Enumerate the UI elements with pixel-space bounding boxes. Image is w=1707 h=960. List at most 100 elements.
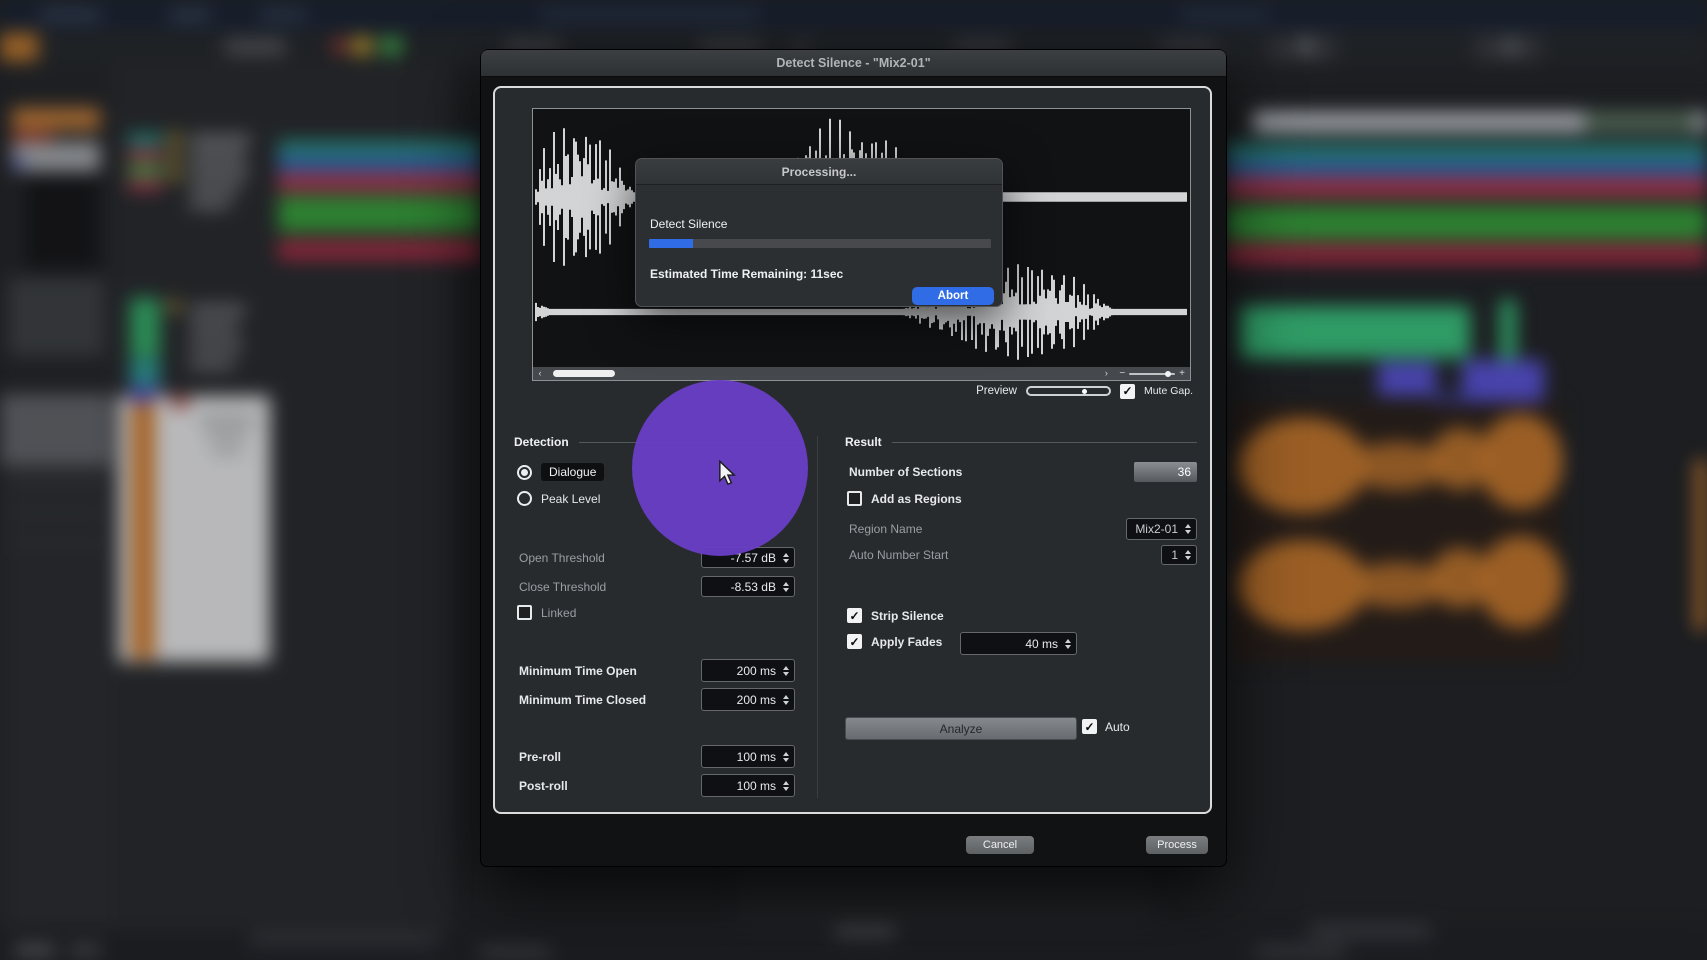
- apply-fades-checkbox[interactable]: ✓: [847, 634, 862, 649]
- min-time-closed-field[interactable]: 200 ms: [701, 688, 795, 711]
- apply-fades-field[interactable]: 40 ms: [960, 632, 1077, 655]
- pre-roll-field[interactable]: 100 ms: [701, 745, 795, 768]
- dialog-titlebar[interactable]: Detect Silence - "Mix2-01": [481, 50, 1226, 77]
- pre-roll-stepper[interactable]: [783, 752, 789, 762]
- stepper-down-icon[interactable]: [783, 672, 789, 676]
- cancel-button[interactable]: Cancel: [966, 836, 1034, 854]
- post-roll-stepper[interactable]: [783, 781, 789, 791]
- linked-row[interactable]: Linked: [517, 605, 576, 620]
- number-of-sections-label: Number of Sections: [849, 465, 1134, 479]
- progress-bar-fill: [649, 239, 693, 248]
- analyze-button[interactable]: Analyze: [845, 717, 1077, 740]
- scroll-left-icon[interactable]: ‹: [533, 367, 547, 380]
- auto-number-start-label: Auto Number Start: [849, 548, 1161, 562]
- apply-fades-row[interactable]: ✓ Apply Fades: [847, 634, 942, 649]
- close-threshold-label: Close Threshold: [519, 580, 701, 594]
- mute-gap-checkbox[interactable]: ✓: [1120, 384, 1135, 399]
- stepper-down-icon[interactable]: [783, 758, 789, 762]
- auto-row[interactable]: ✓ Auto: [1082, 719, 1130, 734]
- detection-section-header: Detection: [514, 435, 797, 449]
- stepper-up-icon[interactable]: [1065, 639, 1071, 643]
- apply-fades-stepper[interactable]: [1065, 639, 1071, 649]
- min-time-open-row: Minimum Time Open 200 ms: [519, 659, 795, 682]
- min-time-closed-label: Minimum Time Closed: [519, 693, 701, 707]
- open-threshold-field[interactable]: -7.57 dB: [701, 547, 795, 568]
- peak-level-radio-row[interactable]: Peak Level: [517, 491, 600, 506]
- scrollbar-thumb[interactable]: [553, 370, 615, 377]
- auto-number-start-field[interactable]: 1: [1161, 545, 1197, 565]
- stepper-up-icon[interactable]: [783, 666, 789, 670]
- post-roll-field[interactable]: 100 ms: [701, 774, 795, 797]
- strip-silence-checkbox[interactable]: ✓: [847, 608, 862, 623]
- preview-slider[interactable]: [1026, 386, 1111, 396]
- zoom-in-icon[interactable]: +: [1179, 368, 1185, 379]
- post-roll-value: 100 ms: [737, 779, 776, 793]
- dialogue-radio[interactable]: [517, 465, 532, 480]
- add-as-regions-row[interactable]: Add as Regions: [847, 491, 962, 506]
- region-name-row: Region Name Mix2-01: [849, 518, 1197, 540]
- open-threshold-value: -7.57 dB: [731, 551, 776, 565]
- stepper-up-icon[interactable]: [783, 752, 789, 756]
- strip-silence-row[interactable]: ✓ Strip Silence: [847, 608, 944, 623]
- stepper-up-icon[interactable]: [783, 553, 789, 557]
- close-threshold-stepper[interactable]: [783, 582, 789, 592]
- mute-gap-label: Mute Gap.: [1144, 385, 1193, 397]
- pre-roll-value: 100 ms: [737, 750, 776, 764]
- close-threshold-field[interactable]: -8.53 dB: [701, 576, 795, 597]
- region-name-stepper[interactable]: [1185, 524, 1191, 534]
- linked-checkbox[interactable]: [517, 605, 532, 620]
- auto-checkbox[interactable]: ✓: [1082, 719, 1097, 734]
- stepper-up-icon[interactable]: [1185, 550, 1191, 554]
- scrollbar-track[interactable]: [547, 367, 1099, 380]
- stepper-down-icon[interactable]: [783, 559, 789, 563]
- stepper-down-icon[interactable]: [783, 588, 789, 592]
- min-time-closed-row: Minimum Time Closed 200 ms: [519, 688, 795, 711]
- result-section-header: Result: [845, 435, 1197, 449]
- open-threshold-row: Open Threshold -7.57 dB: [519, 547, 795, 568]
- min-time-open-stepper[interactable]: [783, 666, 789, 676]
- processing-dialog: Processing... Detect Silence Estimated T…: [635, 158, 1003, 307]
- preview-slider-handle[interactable]: [1082, 389, 1087, 394]
- zoom-control[interactable]: − +: [1113, 368, 1190, 379]
- stepper-down-icon[interactable]: [1185, 556, 1191, 560]
- close-threshold-row: Close Threshold -8.53 dB: [519, 576, 795, 597]
- region-name-field[interactable]: Mix2-01: [1126, 518, 1197, 540]
- stepper-down-icon[interactable]: [783, 701, 789, 705]
- column-divider: [817, 436, 818, 798]
- auto-number-start-row: Auto Number Start 1: [849, 545, 1197, 565]
- stepper-down-icon[interactable]: [1065, 645, 1071, 649]
- stepper-up-icon[interactable]: [1185, 524, 1191, 528]
- processing-titlebar[interactable]: Processing...: [636, 159, 1002, 185]
- min-time-closed-stepper[interactable]: [783, 695, 789, 705]
- dialogue-label: Dialogue: [541, 463, 604, 481]
- zoom-slider-handle[interactable]: [1165, 371, 1171, 377]
- preview-row: Preview ✓ Mute Gap.: [976, 383, 1193, 399]
- stepper-up-icon[interactable]: [783, 695, 789, 699]
- add-as-regions-checkbox[interactable]: [847, 491, 862, 506]
- peak-level-radio[interactable]: [517, 491, 532, 506]
- post-roll-row: Post-roll 100 ms: [519, 774, 795, 797]
- apply-fades-value: 40 ms: [1025, 637, 1058, 651]
- stepper-down-icon[interactable]: [783, 787, 789, 791]
- close-threshold-value: -8.53 dB: [731, 580, 776, 594]
- zoom-out-icon[interactable]: −: [1119, 368, 1125, 379]
- linked-label: Linked: [541, 606, 576, 620]
- scroll-right-icon[interactable]: ›: [1099, 367, 1113, 380]
- waveform-scrollbar[interactable]: ‹ › − +: [533, 367, 1190, 380]
- zoom-slider[interactable]: [1129, 373, 1175, 375]
- detection-header-rule: [579, 442, 797, 443]
- strip-silence-label: Strip Silence: [871, 609, 944, 623]
- open-threshold-stepper[interactable]: [783, 553, 789, 563]
- stepper-up-icon[interactable]: [783, 582, 789, 586]
- min-time-open-field[interactable]: 200 ms: [701, 659, 795, 682]
- processing-task-label: Detect Silence: [650, 217, 727, 231]
- process-button[interactable]: Process: [1146, 836, 1208, 854]
- region-name-label: Region Name: [849, 522, 1126, 536]
- progress-bar: [649, 239, 991, 248]
- dialogue-radio-row[interactable]: Dialogue: [517, 463, 604, 481]
- number-of-sections-row: Number of Sections 36: [849, 462, 1197, 482]
- stepper-down-icon[interactable]: [1185, 530, 1191, 534]
- auto-number-start-stepper[interactable]: [1185, 550, 1191, 560]
- abort-button[interactable]: Abort: [912, 287, 994, 305]
- stepper-up-icon[interactable]: [783, 781, 789, 785]
